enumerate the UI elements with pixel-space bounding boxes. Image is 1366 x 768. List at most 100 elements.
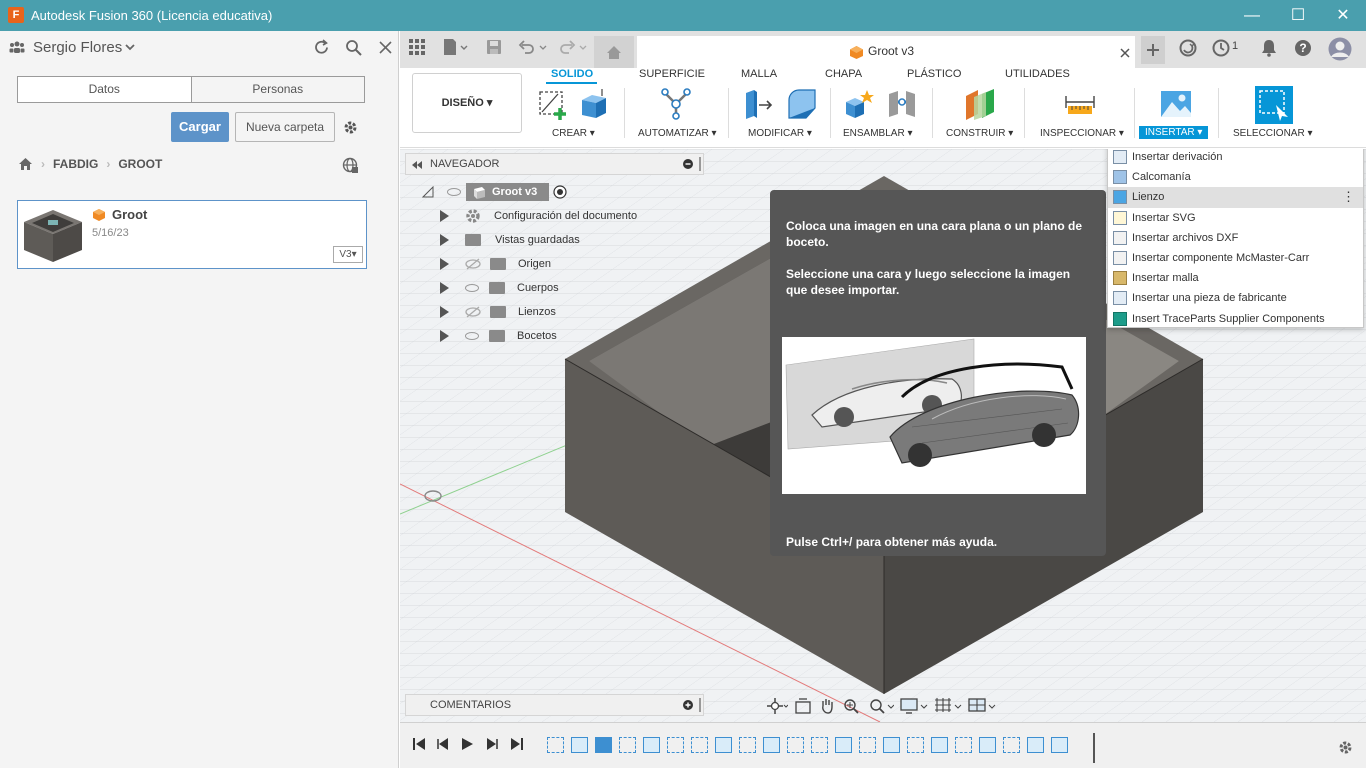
menu-item-decal[interactable]: Calcomanía bbox=[1108, 167, 1363, 187]
document-tab[interactable]: Groot v3 bbox=[637, 36, 1135, 68]
expand-triangle-icon[interactable] bbox=[422, 186, 434, 198]
visibility-eye-icon[interactable] bbox=[465, 284, 479, 292]
timeline-marker[interactable] bbox=[1093, 733, 1095, 763]
construct-plane-icon[interactable] bbox=[964, 88, 996, 120]
group-automatizar[interactable]: AUTOMATIZAR ▾ bbox=[638, 128, 717, 139]
group-inspeccionar[interactable]: INSPECCIONAR ▾ bbox=[1040, 128, 1124, 139]
collapse-browser-icon[interactable] bbox=[412, 161, 422, 169]
timeline-previous-icon[interactable] bbox=[436, 737, 450, 751]
timeline-play-icon[interactable] bbox=[460, 737, 474, 751]
timeline-sketch-feature[interactable] bbox=[955, 737, 972, 753]
timeline-extrude-feature[interactable] bbox=[883, 737, 900, 753]
viewports-icon[interactable] bbox=[968, 697, 996, 715]
profile-avatar[interactable] bbox=[1328, 37, 1352, 61]
tab-plastico[interactable]: PLÁSTICO bbox=[907, 68, 961, 80]
timeline-extrude-feature[interactable] bbox=[1027, 737, 1044, 753]
breadcrumb-groot[interactable]: GROOT bbox=[118, 157, 162, 171]
refresh-icon[interactable] bbox=[313, 39, 330, 56]
timeline-extrude-feature[interactable] bbox=[1051, 737, 1068, 753]
help-icon[interactable]: ? bbox=[1294, 39, 1312, 57]
group-construir[interactable]: CONSTRUIR ▾ bbox=[946, 128, 1013, 139]
expand-triangle-icon[interactable] bbox=[440, 234, 449, 246]
joint-icon[interactable] bbox=[886, 88, 918, 120]
look-at-icon[interactable] bbox=[794, 697, 812, 715]
automate-icon[interactable] bbox=[660, 88, 692, 120]
timeline-settings-gear-icon[interactable] bbox=[1337, 739, 1354, 756]
timeline-sketch-feature[interactable] bbox=[739, 737, 756, 753]
comments-panel[interactable]: COMENTARIOS bbox=[405, 694, 704, 716]
tree-row-bodies[interactable]: Cuerpos bbox=[420, 276, 710, 300]
group-modificar[interactable]: MODIFICAR ▾ bbox=[748, 128, 812, 139]
add-comment-icon[interactable] bbox=[683, 700, 693, 710]
timeline-sketch-feature[interactable] bbox=[811, 737, 828, 753]
team-icon[interactable] bbox=[9, 40, 25, 54]
globe-icon[interactable] bbox=[342, 157, 359, 174]
tree-row-origin[interactable]: Origen bbox=[420, 252, 710, 276]
close-tab-icon[interactable] bbox=[1120, 48, 1130, 58]
close-window-button[interactable]: ✕ bbox=[1320, 0, 1366, 31]
pan-hand-icon[interactable] bbox=[818, 697, 836, 715]
timeline-extrude-feature[interactable] bbox=[763, 737, 780, 753]
hidden-eye-icon[interactable] bbox=[465, 306, 481, 318]
timeline-sketch-feature[interactable] bbox=[907, 737, 924, 753]
menu-item-insert-svg[interactable]: Insertar SVG bbox=[1108, 208, 1363, 228]
activate-radio-icon[interactable] bbox=[553, 185, 567, 199]
expand-triangle-icon[interactable] bbox=[440, 306, 449, 318]
measure-icon[interactable] bbox=[1064, 88, 1096, 120]
more-options-icon[interactable]: ⋮ bbox=[1342, 189, 1355, 205]
expand-triangle-icon[interactable] bbox=[440, 210, 449, 222]
timeline-extrude-feature[interactable] bbox=[643, 737, 660, 753]
tree-row-document-settings[interactable]: Configuración del documento bbox=[420, 204, 710, 228]
tab-datos[interactable]: Datos bbox=[18, 77, 191, 102]
group-crear[interactable]: CREAR ▾ bbox=[552, 128, 595, 139]
grid-settings-icon[interactable] bbox=[934, 697, 962, 715]
menu-item-insert-mesh[interactable]: Insertar malla bbox=[1108, 268, 1363, 288]
tab-superficie[interactable]: SUPERFICIE bbox=[639, 68, 705, 80]
extensions-icon[interactable] bbox=[1179, 39, 1197, 57]
undo-icon[interactable] bbox=[518, 39, 548, 55]
browser-header[interactable]: NAVEGADOR bbox=[405, 153, 704, 175]
menu-item-traceparts[interactable]: Insert TraceParts Supplier Components bbox=[1108, 309, 1363, 329]
create-sketch-icon[interactable] bbox=[538, 88, 570, 120]
press-pull-icon[interactable] bbox=[743, 88, 775, 120]
timeline-sketch-feature[interactable] bbox=[619, 737, 636, 753]
timeline-sketch-feature[interactable] bbox=[787, 737, 804, 753]
tab-malla[interactable]: MALLA bbox=[741, 68, 777, 80]
group-ensamblar[interactable]: ENSAMBLAR ▾ bbox=[843, 128, 912, 139]
visibility-eye-icon[interactable] bbox=[465, 332, 479, 340]
tab-solido[interactable]: SOLIDO bbox=[551, 68, 593, 80]
root-component-chip[interactable]: Groot v3 bbox=[466, 183, 550, 201]
timeline-sketch-feature[interactable] bbox=[859, 737, 876, 753]
new-tab-button[interactable] bbox=[1141, 36, 1165, 64]
visibility-eye-icon[interactable] bbox=[447, 188, 461, 196]
timeline-next-icon[interactable] bbox=[485, 737, 499, 751]
tab-personas[interactable]: Personas bbox=[190, 77, 364, 102]
zoom-icon[interactable] bbox=[842, 697, 862, 715]
expand-triangle-icon[interactable] bbox=[440, 258, 449, 270]
new-folder-button[interactable]: Nueva carpeta bbox=[235, 112, 335, 142]
menu-item-canvas[interactable]: Lienzo ⋮ bbox=[1108, 187, 1363, 208]
job-status-icon[interactable] bbox=[1212, 39, 1230, 57]
timeline-extrude-feature[interactable] bbox=[931, 737, 948, 753]
file-card[interactable]: Groot 5/16/23 V3▾ bbox=[17, 200, 367, 269]
new-component-icon[interactable] bbox=[843, 88, 875, 120]
maximize-button[interactable]: ☐ bbox=[1275, 0, 1321, 31]
select-tool-highlight[interactable] bbox=[1255, 86, 1293, 124]
search-icon[interactable] bbox=[345, 39, 362, 56]
job-count[interactable]: 1 bbox=[1232, 40, 1238, 52]
timeline-sketch-feature[interactable] bbox=[667, 737, 684, 753]
timeline-sketch-feature[interactable] bbox=[547, 737, 564, 753]
user-name[interactable]: Sergio Flores bbox=[33, 39, 122, 56]
timeline-canvas-feature[interactable] bbox=[595, 737, 612, 753]
minus-circle-icon[interactable] bbox=[683, 159, 693, 169]
orbit-icon[interactable] bbox=[766, 697, 788, 715]
timeline-sketch-feature[interactable] bbox=[691, 737, 708, 753]
extrude-icon[interactable] bbox=[578, 88, 610, 120]
timeline-extrude-feature[interactable] bbox=[571, 737, 588, 753]
upload-button[interactable]: Cargar bbox=[171, 112, 229, 142]
menu-item-insert-derive[interactable]: Insertar derivación bbox=[1108, 149, 1363, 167]
timeline-first-icon[interactable] bbox=[412, 737, 426, 751]
display-settings-icon[interactable] bbox=[900, 697, 928, 715]
group-insertar[interactable]: INSERTAR ▾ bbox=[1139, 126, 1209, 139]
expand-triangle-icon[interactable] bbox=[440, 282, 449, 294]
